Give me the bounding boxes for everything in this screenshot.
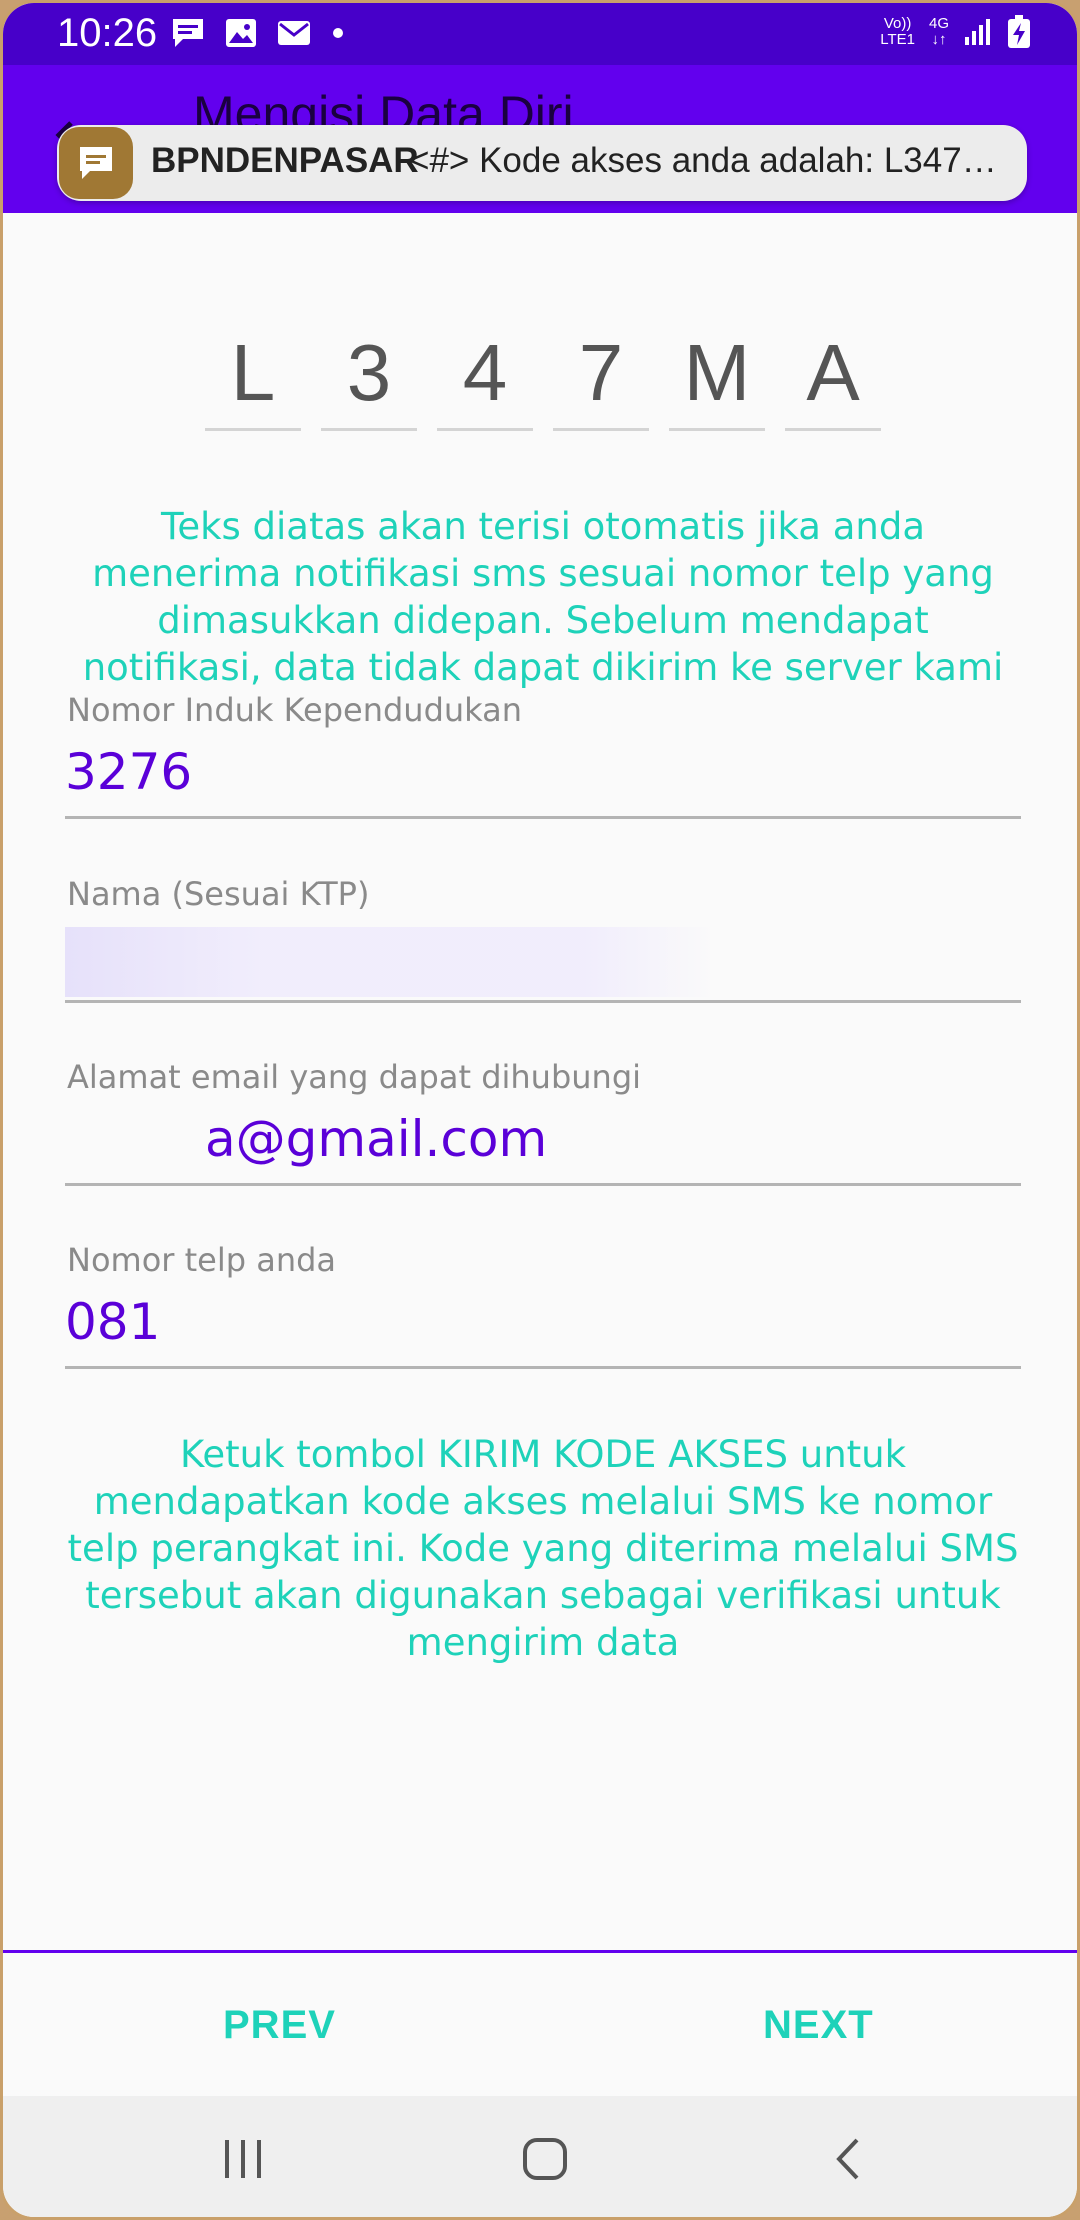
code-digit-1[interactable]: L	[205, 323, 301, 431]
nik-field[interactable]: Nomor Induk Kependudukan 3276	[65, 691, 1021, 819]
email-field[interactable]: Alamat email yang dapat dihubungi a@gmai…	[65, 1058, 1021, 1186]
email-value[interactable]: a@gmail.com	[205, 1110, 1077, 1168]
next-button[interactable]: NEXT	[763, 2003, 874, 2048]
email-label: Alamat email yang dapat dihubungi	[67, 1058, 642, 1096]
message-icon	[173, 19, 203, 47]
redaction-blur	[193, 743, 593, 813]
chat-bubble-icon	[59, 127, 133, 199]
dot-icon	[333, 28, 343, 38]
phone-screen: 10:26 Vo)) LTE1 4G ↓↑ Mengisi Data Diri …	[0, 0, 1080, 2220]
recents-icon[interactable]	[221, 2134, 265, 2184]
system-navigation-bar	[3, 2096, 1077, 2217]
battery-charging-icon	[1008, 15, 1030, 48]
notification-sender: BPNDENPASAR	[151, 141, 419, 180]
back-icon[interactable]	[829, 2134, 869, 2184]
telp-field[interactable]: Nomor telp anda 081	[65, 1241, 1021, 1369]
prev-button[interactable]: PREV	[223, 2003, 336, 2048]
send-code-info-text: Ketuk tombol KIRIM KODE AKSES untuk mend…	[67, 1433, 1019, 1664]
redaction-blur	[65, 927, 715, 997]
status-time: 10:26	[57, 11, 158, 55]
home-icon[interactable]	[521, 2134, 569, 2184]
telp-label: Nomor telp anda	[67, 1241, 337, 1279]
status-bar: 10:26 Vo)) LTE1 4G ↓↑	[3, 3, 1077, 65]
mail-icon	[278, 21, 310, 45]
code-digit-4[interactable]: 7	[553, 323, 649, 431]
status-notification-icons	[171, 17, 345, 49]
sms-notification[interactable]: BPNDENPASAR <#> Kode akses anda adalah: …	[57, 125, 1027, 201]
nik-label: Nomor Induk Kependudukan	[67, 691, 523, 729]
volte-indicator: Vo)) LTE1	[880, 16, 915, 48]
signal-icon	[965, 19, 990, 45]
status-system-icons: Vo)) LTE1 4G ↓↑	[880, 15, 1031, 49]
code-digit-3[interactable]: 4	[437, 323, 533, 431]
redaction-blur	[161, 1293, 421, 1363]
nama-label: Nama (Sesuai KTP)	[67, 875, 370, 913]
code-digit-2[interactable]: 3	[321, 323, 417, 431]
data-arrows-icon: ↓↑	[931, 31, 947, 48]
lte-label: LTE1	[880, 31, 915, 48]
code-digit-6[interactable]: A	[785, 323, 881, 431]
network-type-label: 4G	[928, 15, 949, 32]
network-type-indicator: 4G ↓↑	[929, 16, 949, 48]
volte-label: Vo))	[883, 15, 912, 32]
code-digit-5[interactable]: M	[669, 323, 765, 431]
auto-fill-info-text: Teks diatas akan terisi otomatis jika an…	[82, 505, 1004, 689]
access-code-input[interactable]: L 3 4 7 M A	[205, 323, 881, 431]
nama-field[interactable]: Nama (Sesuai KTP)	[65, 875, 1021, 1003]
bottom-divider	[3, 1950, 1077, 1953]
redaction-blur	[65, 1110, 205, 1180]
image-icon	[226, 19, 256, 47]
notification-message: <#> Kode akses anda adalah: L347M…	[409, 141, 1009, 180]
